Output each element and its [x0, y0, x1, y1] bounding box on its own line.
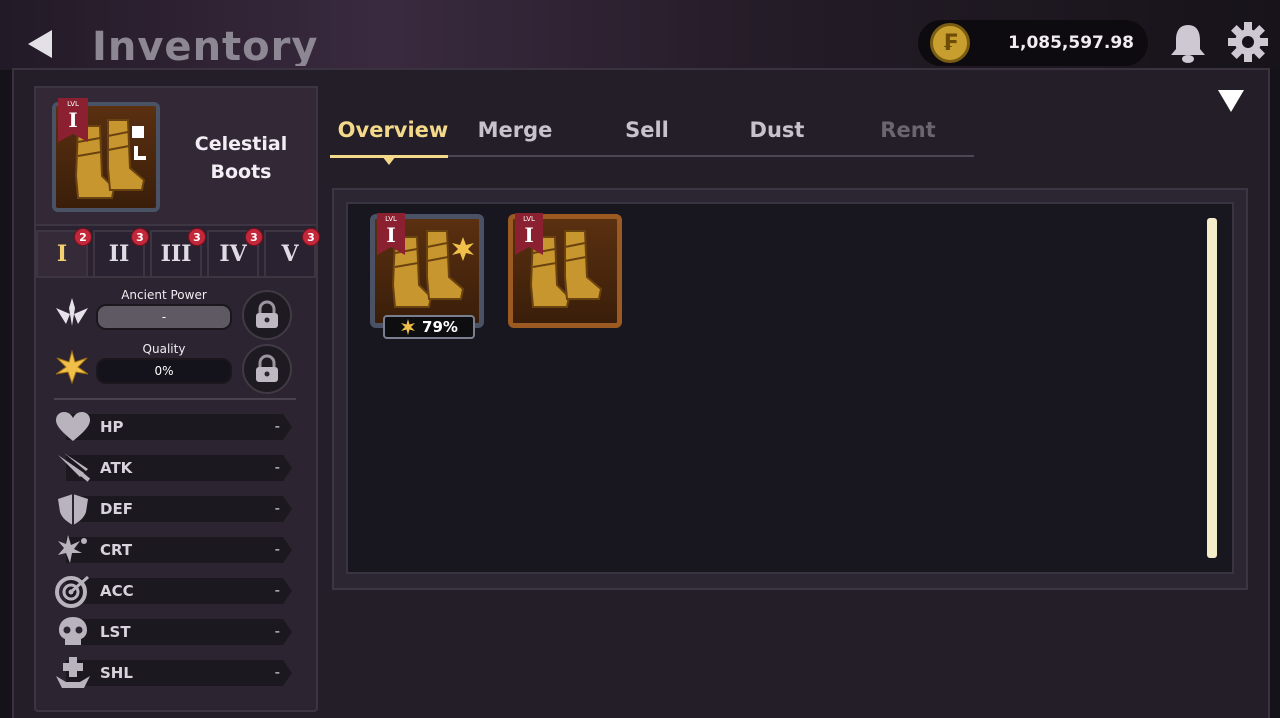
item-name-line2: Boots: [210, 161, 272, 183]
quality-value: 79%: [422, 318, 458, 336]
level-prefix: LVL: [385, 215, 397, 223]
stat-label: ACC: [100, 582, 134, 600]
tier-tab-3[interactable]: III 3: [150, 228, 206, 276]
level-numeral: I: [524, 223, 534, 247]
stat-label: ATK: [100, 459, 133, 477]
stat-label: SHL: [100, 664, 133, 682]
back-arrow-icon[interactable]: [26, 28, 54, 60]
tier-badge: 3: [188, 228, 206, 246]
tier-tab-4[interactable]: IV 3: [207, 228, 263, 276]
tier-tabs: I 2 II 3 III 3 IV 3 V 3: [36, 228, 320, 276]
heart-icon: [56, 412, 90, 441]
tier-label: V: [281, 241, 299, 267]
stat-value: -: [274, 417, 280, 435]
stat-row-def: DEF -: [54, 492, 294, 525]
level-prefix: LVL: [67, 100, 79, 108]
tab-merge[interactable]: Merge: [450, 118, 580, 142]
lock-icon: [256, 354, 278, 382]
divider: [54, 398, 296, 400]
ancient-power-lock-button[interactable]: [242, 290, 292, 340]
quality-tag: 79%: [383, 315, 475, 339]
tier-label: I: [56, 241, 68, 267]
quality-label: Quality: [142, 342, 186, 356]
skull-icon: [59, 617, 87, 645]
stat-value: -: [274, 458, 280, 476]
tier-tab-2[interactable]: II 3: [93, 228, 149, 276]
stat-value: -: [274, 540, 280, 558]
ancient-power-row: Ancient Power -: [52, 288, 302, 340]
stat-row-hp: HP -: [54, 410, 294, 442]
inventory-slot-1[interactable]: LVL I 79%: [370, 213, 484, 339]
sword-icon: [58, 453, 91, 482]
tier-badge: 3: [131, 228, 149, 246]
coin-icon: ₣: [930, 23, 970, 63]
currency-display: ₣ 1,085,597.98: [918, 20, 1148, 66]
stat-row-acc: ACC -: [54, 574, 294, 608]
stat-value: -: [274, 499, 280, 517]
target-icon: [55, 575, 89, 608]
star-burst-icon: [401, 319, 416, 335]
grid-scrollbar[interactable]: [1207, 218, 1217, 558]
stat-label: CRT: [100, 541, 133, 559]
stat-value: -: [274, 622, 280, 640]
inventory-slot-2[interactable]: LVL I: [508, 213, 622, 328]
stat-label: LST: [100, 623, 131, 641]
stat-value: -: [274, 581, 280, 599]
ancient-power-bar: -: [96, 304, 232, 330]
stat-row-lst: LST -: [54, 615, 294, 647]
quality-bar: 0%: [96, 358, 232, 384]
item-name-line1: Celestial: [194, 133, 288, 155]
level-numeral: I: [386, 223, 396, 247]
tier-tab-5[interactable]: V 3: [264, 228, 320, 276]
heal-icon: [56, 657, 90, 688]
shield-icon: [58, 494, 88, 525]
item-name: Celestial Boots: [182, 130, 300, 186]
level-prefix: LVL: [523, 215, 535, 223]
tier-label: II: [108, 241, 130, 267]
tab-sell[interactable]: Sell: [582, 118, 712, 142]
stat-label: DEF: [100, 500, 133, 518]
active-tab-underline: [330, 155, 448, 165]
currency-amount: 1,085,597.98: [1008, 33, 1134, 53]
stat-row-shl: SHL -: [54, 656, 294, 688]
stat-row-crt: CRT -: [54, 533, 294, 565]
tier-label: III: [160, 241, 192, 267]
tier-badge: 2: [74, 228, 92, 246]
ancient-power-label: Ancient Power: [121, 288, 207, 302]
tier-tab-1[interactable]: I 2: [36, 228, 92, 276]
tab-overview[interactable]: Overview: [328, 118, 458, 142]
ancient-power-icon: [56, 298, 88, 326]
critical-icon: [58, 535, 87, 563]
stat-value: -: [274, 663, 280, 681]
quality-lock-button[interactable]: [242, 344, 292, 394]
lock-icon: [256, 300, 278, 328]
quality-row: Quality 0%: [52, 342, 302, 394]
tier-badge: 3: [302, 228, 320, 246]
level-numeral: I: [68, 108, 78, 132]
bell-icon[interactable]: [1168, 22, 1208, 64]
tier-label: IV: [219, 241, 247, 267]
tier-badge: 3: [245, 228, 263, 246]
stat-label: HP: [100, 418, 124, 436]
tab-dust[interactable]: Dust: [712, 118, 842, 142]
tab-rent[interactable]: Rent: [843, 118, 973, 142]
collapse-arrow-icon[interactable]: [1216, 88, 1246, 114]
page-title: Inventory: [92, 24, 319, 66]
star-burst-icon: [55, 350, 89, 384]
stat-row-atk: ATK -: [54, 451, 294, 483]
gear-icon[interactable]: [1226, 20, 1270, 64]
